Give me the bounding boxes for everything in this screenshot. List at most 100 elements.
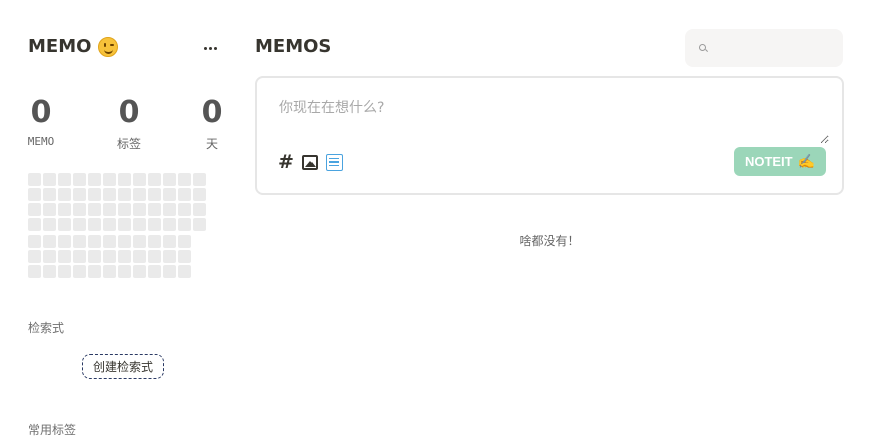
heatmap-cell[interactable]: [88, 203, 101, 216]
create-query-button[interactable]: 创建检索式: [82, 354, 164, 379]
heatmap-cell[interactable]: [118, 173, 131, 186]
heatmap-cell[interactable]: [28, 250, 41, 263]
heatmap-cell[interactable]: [133, 173, 146, 186]
heatmap-cell[interactable]: [193, 203, 206, 216]
heatmap-cell[interactable]: [58, 250, 71, 263]
hash-icon[interactable]: #: [276, 152, 296, 172]
heatmap-cell[interactable]: [58, 203, 71, 216]
stat-days-count: 0: [201, 95, 223, 130]
heatmap-cell[interactable]: [148, 235, 161, 248]
heatmap-cell[interactable]: [133, 235, 146, 248]
heatmap-cell[interactable]: [103, 203, 116, 216]
heatmap-cell[interactable]: [73, 250, 86, 263]
heatmap-cell[interactable]: [148, 250, 161, 263]
heatmap-cell[interactable]: [178, 203, 191, 216]
heatmap-cell[interactable]: [133, 265, 146, 278]
heatmap-cell[interactable]: [163, 218, 176, 231]
heatmap-cell[interactable]: [148, 265, 161, 278]
heatmap-cell[interactable]: [103, 218, 116, 231]
heatmap-cell[interactable]: [133, 250, 146, 263]
heatmap-cell[interactable]: [73, 218, 86, 231]
heatmap-cell[interactable]: [193, 218, 206, 231]
heatmap-cell[interactable]: [133, 188, 146, 201]
heatmap-cell[interactable]: [163, 250, 176, 263]
tags-section-title: 常用标签: [28, 423, 77, 437]
heatmap-cell[interactable]: [103, 265, 116, 278]
heatmap-cell[interactable]: [58, 265, 71, 278]
stat-memo-count: 0: [30, 95, 52, 130]
heatmap-cell[interactable]: [88, 218, 101, 231]
search-input[interactable]: [714, 40, 838, 56]
heatmap-cell[interactable]: [88, 188, 101, 201]
heatmap-cell[interactable]: [88, 235, 101, 248]
heatmap-cell[interactable]: [193, 188, 206, 201]
heatmap-cell[interactable]: [28, 235, 41, 248]
heatmap-cell[interactable]: [88, 173, 101, 186]
heatmap-cell[interactable]: [28, 173, 41, 186]
heatmap-cell[interactable]: [178, 250, 191, 263]
heatmap-cell[interactable]: [43, 203, 56, 216]
heatmap-cell[interactable]: [43, 265, 56, 278]
heatmap-cell[interactable]: [103, 235, 116, 248]
image-icon[interactable]: [300, 152, 320, 172]
heatmap-cell[interactable]: [133, 203, 146, 216]
app-root: MEMO 0 MEMO 0 标签 0 天 检索式 创建检索式 常用标签 MEMO…: [0, 0, 871, 447]
stat-memo-label: MEMO: [27, 135, 55, 148]
heatmap-cell[interactable]: [163, 235, 176, 248]
heatmap-cell[interactable]: [178, 173, 191, 186]
writing-hand-icon: ✍: [797, 153, 816, 169]
heatmap-cell[interactable]: [148, 173, 161, 186]
heatmap-cell[interactable]: [178, 265, 191, 278]
heatmap-cell[interactable]: [163, 173, 176, 186]
heatmap-cell[interactable]: [193, 173, 206, 186]
heatmap-cell[interactable]: [58, 188, 71, 201]
heatmap-cell[interactable]: [148, 218, 161, 231]
memo-input[interactable]: [269, 88, 829, 144]
heatmap-cell[interactable]: [58, 218, 71, 231]
heatmap-cell[interactable]: [73, 265, 86, 278]
heatmap-cell[interactable]: [118, 218, 131, 231]
more-options-icon[interactable]: [200, 38, 220, 58]
heatmap-cell[interactable]: [163, 188, 176, 201]
heatmap-cell[interactable]: [163, 203, 176, 216]
heatmap-cell[interactable]: [28, 218, 41, 231]
heatmap-cell[interactable]: [178, 188, 191, 201]
heatmap-cell[interactable]: [133, 218, 146, 231]
heatmap-cell[interactable]: [163, 265, 176, 278]
heatmap-cell[interactable]: [43, 218, 56, 231]
heatmap-cell[interactable]: [43, 173, 56, 186]
heatmap-cell[interactable]: [43, 250, 56, 263]
heatmap-cell[interactable]: [118, 188, 131, 201]
heatmap-cell[interactable]: [28, 203, 41, 216]
heatmap-cell[interactable]: [103, 188, 116, 201]
memo-editor: # NOTEIT ✍: [255, 76, 844, 195]
heatmap-cell[interactable]: [178, 235, 191, 248]
page-title: MEMOS: [255, 36, 332, 57]
list-icon[interactable]: [324, 152, 344, 172]
heatmap-cell[interactable]: [118, 203, 131, 216]
heatmap-cell[interactable]: [73, 173, 86, 186]
stat-memo: 0 MEMO: [24, 95, 58, 149]
heatmap-cell[interactable]: [118, 235, 131, 248]
heatmap-cell[interactable]: [178, 218, 191, 231]
heatmap-cell[interactable]: [118, 265, 131, 278]
heatmap-cell[interactable]: [88, 265, 101, 278]
heatmap-cell[interactable]: [148, 188, 161, 201]
heatmap-cell[interactable]: [103, 250, 116, 263]
heatmap-cell[interactable]: [43, 235, 56, 248]
heatmap-cell[interactable]: [73, 235, 86, 248]
heatmap-cell[interactable]: [73, 188, 86, 201]
heatmap-cell[interactable]: [73, 203, 86, 216]
heatmap-cell[interactable]: [28, 188, 41, 201]
heatmap-cell[interactable]: [148, 203, 161, 216]
search-box[interactable]: [685, 29, 843, 67]
heatmap-cell[interactable]: [58, 173, 71, 186]
heatmap-cell[interactable]: [118, 250, 131, 263]
stat-tags-count: 0: [118, 95, 140, 130]
heatmap-cell[interactable]: [103, 173, 116, 186]
noteit-button[interactable]: NOTEIT ✍: [734, 147, 826, 176]
heatmap-cell[interactable]: [43, 188, 56, 201]
heatmap-cell[interactable]: [88, 250, 101, 263]
heatmap-cell[interactable]: [58, 235, 71, 248]
heatmap-cell[interactable]: [28, 265, 41, 278]
